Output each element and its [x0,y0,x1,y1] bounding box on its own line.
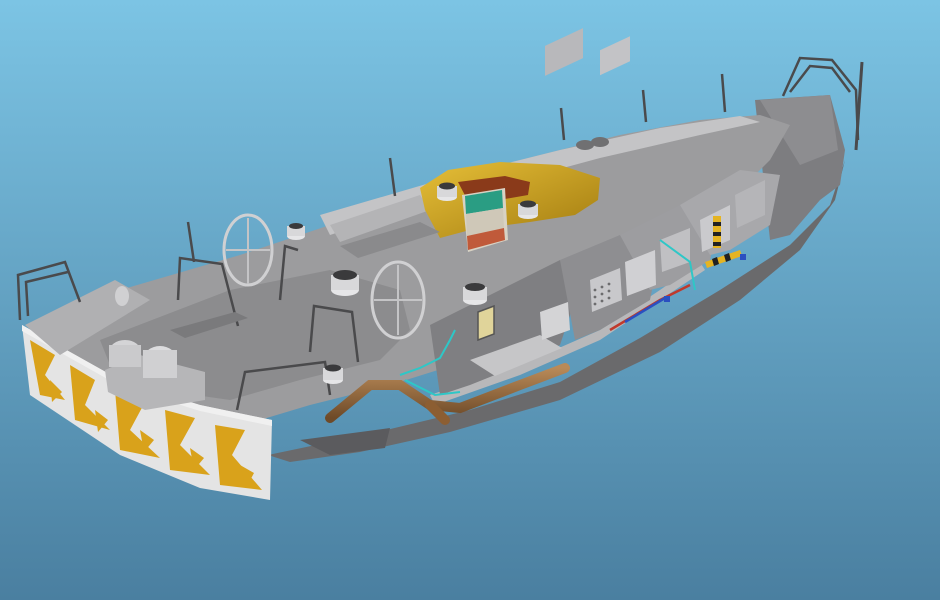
winch [463,283,487,305]
steering-wheel-starboard[interactable] [370,260,426,340]
winch [287,223,305,240]
winch [323,364,343,384]
steering-wheel-port[interactable] [222,213,274,287]
winch [331,270,359,296]
porthole [477,304,495,342]
sailboat-cutaway-model[interactable] [0,0,940,600]
winch [518,200,538,219]
3d-viewport[interactable] [0,0,940,600]
winch [437,182,457,201]
